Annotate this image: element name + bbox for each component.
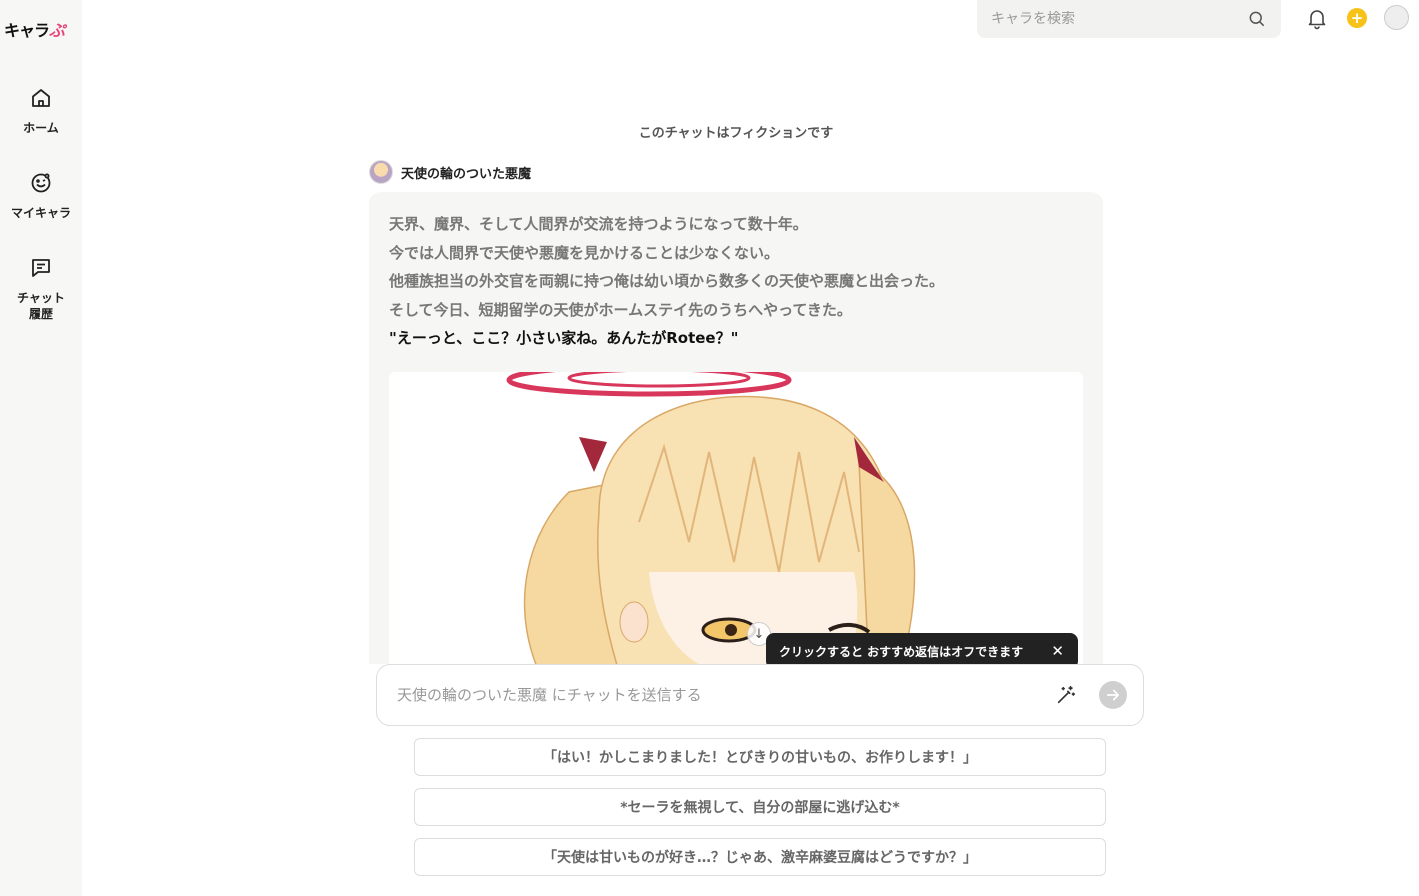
- app-root: キャラぷ ホーム マイキャラ チャット 履歴 キャラを検索 + このチャットはフ…: [0, 0, 1419, 896]
- fiction-notice: このチャットはフィクションです: [638, 126, 834, 141]
- sidebar: キャラぷ ホーム マイキャラ チャット 履歴: [0, 0, 82, 896]
- sidebar-item-chat-history[interactable]: チャット 履歴: [0, 256, 82, 322]
- user-avatar[interactable]: [1384, 5, 1409, 30]
- arrow-down-icon: ↓: [753, 626, 765, 642]
- suggested-reply[interactable]: 「はい！かしこまりました！とびきりの甘いもの、お作りします！」: [414, 738, 1106, 776]
- search-box: [977, 0, 1281, 38]
- character-header: 天使の輪のついた悪魔: [369, 159, 531, 185]
- logo-text: キャラ: [4, 21, 50, 40]
- coin-icon[interactable]: +: [1347, 8, 1367, 28]
- message-line: そして今日、短期留学の天使がホームステイ先のうちへやってきた。: [389, 300, 852, 319]
- message-quote: "えーっと、ここ？小さい家ね。あんたがRotee？": [389, 329, 739, 348]
- suggested-reply[interactable]: 「天使は甘いものが好き…？じゃあ、激辛麻婆豆腐はどうですか？」: [414, 838, 1106, 876]
- message-line: 天界、魔界、そして人間界が交流を持つようになって数十年。: [389, 215, 808, 233]
- message-line: 他種族担当の外交官を両親に持つ俺は幼い頃から数多くの天使や悪魔と出会った。: [389, 272, 945, 291]
- smiley-icon: [31, 173, 51, 193]
- logo-accent: ぷ: [49, 21, 65, 40]
- character-illustration-art: [506, 372, 916, 664]
- home-icon: [32, 89, 50, 107]
- send-button[interactable]: [1099, 681, 1127, 709]
- character-illustration: [389, 372, 1083, 664]
- sidebar-item-my-chara[interactable]: マイキャラ: [0, 171, 82, 221]
- logo[interactable]: キャラぷ: [4, 15, 78, 43]
- tooltip-text: クリックすると おすすめ返信はオフできます: [779, 644, 1024, 659]
- sidebar-item-label: チャット 履歴: [17, 291, 65, 321]
- magic-wand-icon[interactable]: [1055, 684, 1077, 706]
- sidebar-item-label: マイキャラ: [10, 206, 71, 220]
- chat-message-input[interactable]: [397, 686, 1055, 704]
- message-bubble: 天界、魔界、そして人間界が交流を持つようになって数十年。 今では人間界で天使や悪…: [369, 192, 1103, 664]
- chat-history-icon: [32, 259, 50, 277]
- arrow-right-icon: [1106, 689, 1120, 701]
- chat-input-box: [376, 664, 1144, 726]
- search-icon[interactable]: [1247, 9, 1267, 29]
- search-input[interactable]: [991, 11, 1247, 27]
- character-avatar[interactable]: [369, 160, 393, 184]
- sidebar-item-label: ホーム: [23, 121, 59, 135]
- close-icon[interactable]: ✕: [1051, 642, 1064, 660]
- character-name: 天使の輪のついた悪魔: [401, 166, 532, 182]
- bell-icon[interactable]: [1305, 6, 1329, 30]
- sidebar-item-home[interactable]: ホーム: [0, 86, 82, 136]
- suggested-reply[interactable]: *セーラを無視して、自分の部屋に逃げ込む*: [414, 788, 1106, 826]
- message-line: 今では人間界で天使や悪魔を見かけることは少なくない。: [389, 243, 780, 262]
